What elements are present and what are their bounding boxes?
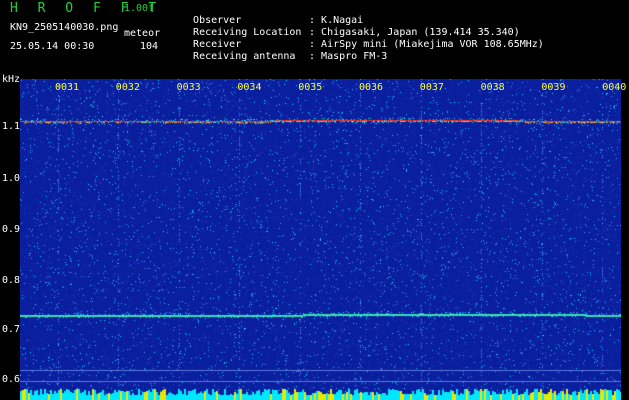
y-tick-label: 1.1 [2,121,21,132]
y-tick-label: 0.9 [2,224,21,235]
info-label: Receiving antenna [193,51,296,62]
version-label: 1.00f [124,3,155,14]
meteor-count: 104 [140,41,159,52]
spectrogram-plot [20,79,621,400]
y-tick-label: 0.8 [2,275,21,286]
filename-label: KN9_2505140030.png [10,22,119,33]
y-tick-label: 1.0 [2,173,21,184]
axis-unit-label: kHz [2,74,21,85]
y-tick-label: 0.7 [2,324,21,335]
y-tick-label: 0.6 [2,374,21,385]
info-antenna: Receiving antenna: Maspro FM-3 [193,51,388,62]
datetime-label: 25.05.14 00:30 [10,41,95,52]
info-value: Maspro FM-3 [321,51,388,62]
meteor-label: meteor [124,28,161,39]
